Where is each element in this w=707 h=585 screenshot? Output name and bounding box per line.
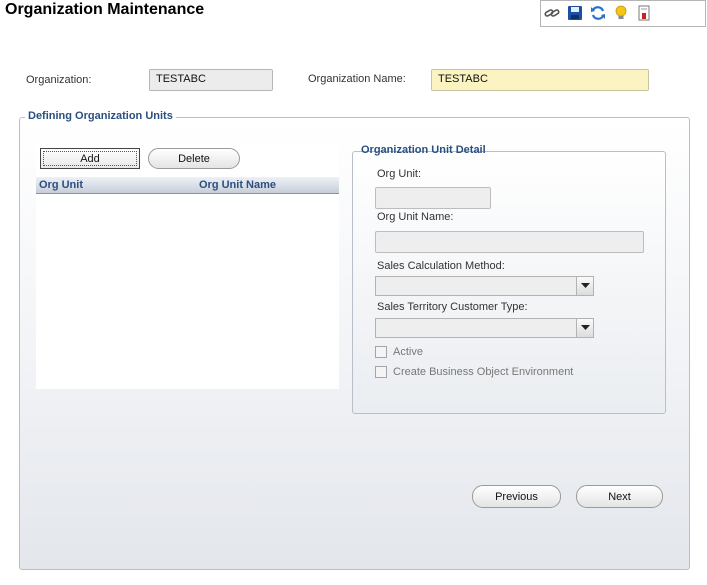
- active-checkbox[interactable]: [375, 346, 387, 358]
- delete-button[interactable]: Delete: [148, 148, 240, 169]
- org-unit-field[interactable]: [375, 187, 491, 209]
- org-unit-name-field[interactable]: [375, 231, 644, 253]
- refresh-icon[interactable]: [589, 4, 607, 22]
- organization-field: TESTABC: [149, 69, 273, 91]
- organization-label: Organization:: [26, 74, 92, 86]
- org-unit-label: Org Unit:: [377, 168, 422, 180]
- toolbar: [540, 0, 706, 27]
- org-units-legend: Defining Organization Units: [25, 110, 176, 122]
- create-bo-environment-checkbox[interactable]: [375, 366, 387, 378]
- territory-customer-type-select[interactable]: [375, 318, 594, 338]
- chevron-down-icon[interactable]: [576, 277, 593, 295]
- link-icon[interactable]: [543, 4, 561, 22]
- sales-calc-method-label: Sales Calculation Method:: [377, 260, 505, 272]
- column-header-org-unit-name[interactable]: Org Unit Name: [199, 179, 276, 191]
- organization-name-label: Organization Name:: [308, 73, 406, 85]
- chevron-down-icon[interactable]: [576, 319, 593, 337]
- column-header-org-unit[interactable]: Org Unit: [39, 179, 83, 191]
- save-icon[interactable]: [566, 4, 584, 22]
- next-button[interactable]: Next: [576, 485, 663, 508]
- previous-button[interactable]: Previous: [472, 485, 561, 508]
- page-title: Organization Maintenance: [5, 1, 205, 18]
- sales-calc-method-select[interactable]: [375, 276, 594, 296]
- organization-name-field[interactable]: TESTABC: [431, 69, 649, 91]
- report-icon[interactable]: [635, 4, 653, 22]
- org-unit-name-label: Org Unit Name:: [377, 211, 454, 223]
- active-checkbox-label: Active: [393, 346, 423, 358]
- org-unit-detail-legend: Organization Unit Detail: [361, 144, 486, 156]
- org-unit-detail-group: Organization Unit Detail Org Unit: Org U…: [352, 144, 666, 414]
- org-units-panel: Add Delete Org Unit Org Unit Name: [36, 143, 339, 389]
- territory-customer-type-label: Sales Territory Customer Type:: [377, 301, 528, 313]
- org-units-grid-header: Org Unit Org Unit Name: [36, 177, 339, 194]
- create-bo-environment-label: Create Business Object Environment: [393, 366, 574, 378]
- hint-bulb-icon[interactable]: [612, 4, 630, 22]
- add-button[interactable]: Add: [40, 148, 140, 169]
